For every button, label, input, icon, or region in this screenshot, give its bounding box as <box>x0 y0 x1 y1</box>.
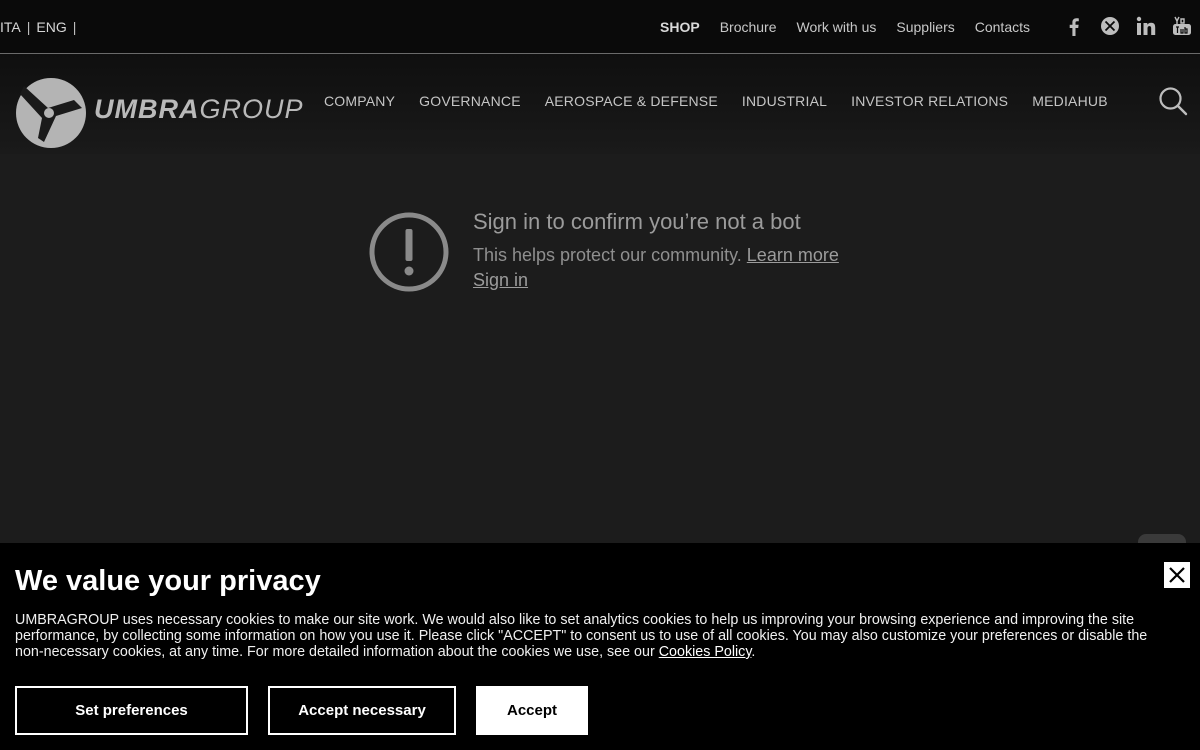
sign-in-link[interactable]: Sign in <box>473 270 528 291</box>
language-switcher: ITA | ENG | <box>0 19 76 35</box>
linkedin-icon[interactable] <box>1136 16 1156 36</box>
nav-investor-relations[interactable]: INVESTOR RELATIONS <box>851 93 1008 109</box>
youtube-icon[interactable] <box>1172 16 1192 36</box>
lang-separator: | <box>26 19 31 35</box>
social-links <box>1064 16 1192 36</box>
lang-ita-link[interactable]: ITA <box>0 19 21 35</box>
suppliers-link[interactable]: Suppliers <box>896 19 954 35</box>
accept-necessary-button[interactable]: Accept necessary <box>268 686 456 735</box>
cookie-banner: We value your privacy UMBRAGROUP uses ne… <box>0 543 1200 750</box>
lang-eng-link[interactable]: ENG <box>36 19 66 35</box>
cookie-period: . <box>751 644 756 660</box>
logo-wordmark: UMBRAGROUP <box>94 94 304 125</box>
bot-check-description: This helps protect our community. Learn … <box>473 245 839 266</box>
learn-more-link[interactable]: Learn more <box>747 245 839 265</box>
logo-bold-text: UMBRA <box>94 93 200 124</box>
nav-company[interactable]: COMPANY <box>324 93 395 109</box>
set-preferences-button[interactable]: Set preferences <box>15 686 248 735</box>
search-icon[interactable] <box>1158 86 1188 116</box>
lang-separator: | <box>72 19 77 35</box>
cookie-description-text: UMBRAGROUP uses necessary cookies to mak… <box>15 612 1148 660</box>
exclamation-circle-icon <box>369 212 449 292</box>
nav-mediahub[interactable]: MEDIAHUB <box>1032 93 1108 109</box>
umbragroup-logo[interactable]: UMBRAGROUP <box>16 78 304 148</box>
turbine-logo-icon <box>16 78 86 148</box>
main-navigation: COMPANY GOVERNANCE AEROSPACE & DEFENSE I… <box>324 93 1108 109</box>
nav-governance[interactable]: GOVERNANCE <box>419 93 521 109</box>
utility-links: SHOP Brochure Work with us Suppliers Con… <box>660 19 1030 35</box>
bot-check-message: Sign in to confirm you’re not a bot This… <box>368 208 888 298</box>
nav-industrial[interactable]: INDUSTRIAL <box>742 93 827 109</box>
cookie-description: UMBRAGROUP uses necessary cookies to mak… <box>15 612 1175 660</box>
brochure-link[interactable]: Brochure <box>720 19 777 35</box>
shop-link[interactable]: SHOP <box>660 19 700 35</box>
facebook-icon[interactable] <box>1064 16 1084 36</box>
close-cookie-button[interactable] <box>1164 562 1190 588</box>
bot-check-title: Sign in to confirm you’re not a bot <box>473 209 801 234</box>
x-twitter-icon[interactable] <box>1100 16 1120 36</box>
cookies-policy-link[interactable]: Cookies Policy <box>659 644 752 660</box>
work-with-us-link[interactable]: Work with us <box>797 19 877 35</box>
close-icon <box>1169 567 1185 583</box>
nav-aerospace-defense[interactable]: AEROSPACE & DEFENSE <box>545 93 718 109</box>
accept-button[interactable]: Accept <box>476 686 588 735</box>
top-utility-bar: ITA | ENG | SHOP Brochure Work with us S… <box>0 0 1200 54</box>
contacts-link[interactable]: Contacts <box>975 19 1030 35</box>
cookie-title: We value your privacy <box>15 565 321 597</box>
logo-light-text: GROUP <box>199 93 304 124</box>
main-header: UMBRAGROUP COMPANY GOVERNANCE AEROSPACE … <box>0 54 1200 154</box>
bot-check-description-text: This helps protect our community. <box>473 245 742 265</box>
